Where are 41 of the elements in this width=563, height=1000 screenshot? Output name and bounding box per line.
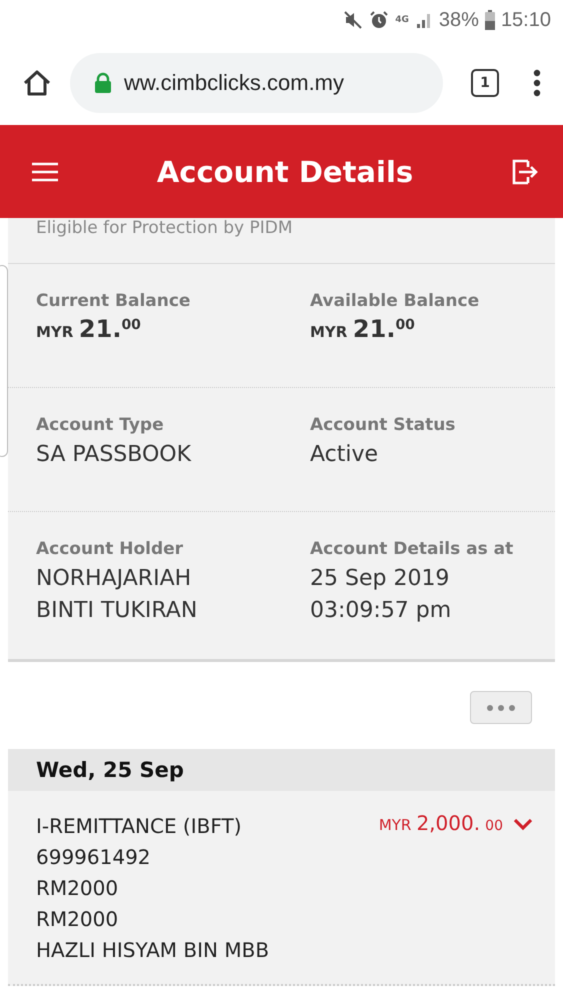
field-label: Account Status	[310, 415, 456, 435]
signal-icon	[414, 11, 433, 29]
transaction-row[interactable]: I-REMITTANCE (IBFT) 699961492 RM2000 RM2000 HAZLI HISYAM BIN MBB MYR 2,000. 00	[8, 791, 555, 986]
transaction-detail: RM2000	[36, 906, 120, 933]
logout-icon[interactable]	[510, 158, 539, 186]
field-label: Account Type	[36, 415, 165, 435]
field-value: 03:09:57 pm	[310, 597, 452, 625]
menu-icon[interactable]	[31, 162, 59, 182]
transaction-detail: HAZLI HISYAM BIN MBB	[36, 937, 270, 964]
field-value: SA PASSBOOK	[36, 441, 192, 469]
field-label: Available Balance	[310, 291, 480, 311]
alarm-icon	[369, 10, 390, 30]
field-label: Current Balance	[36, 291, 192, 311]
lock-icon	[94, 72, 112, 94]
network-label: 4G	[395, 15, 409, 25]
transaction-detail: RM2000	[36, 875, 120, 902]
protection-note: Eligible for Protection by PIDM	[8, 218, 555, 264]
address-bar[interactable]: ww.cimbclicks.com.my	[70, 52, 443, 112]
page-title: Account Details	[156, 154, 414, 188]
transaction-detail: I-REMITTANCE (IBFT)	[36, 813, 243, 840]
field-label: Account Details as at	[310, 539, 514, 559]
field-value: 25 Sep 2019	[310, 565, 450, 593]
transaction-amount: MYR 2,000. 00	[378, 811, 503, 837]
balance-amount: MYR 21.$^{00}$	[36, 315, 142, 343]
home-icon[interactable]	[22, 68, 52, 98]
battery-icon	[484, 10, 495, 30]
battery-percent: 38%	[438, 8, 479, 32]
field-label: Account Holder	[36, 539, 184, 559]
chevron-icon[interactable]	[513, 817, 533, 831]
tab-count-button[interactable]: 1	[471, 68, 499, 96]
more-button[interactable]	[470, 691, 532, 724]
date-label: Wed, 25 Sep	[36, 758, 184, 782]
field-value: BINTI TUKIRAN	[36, 597, 198, 625]
menu-icon[interactable]	[533, 68, 541, 96]
mute-icon	[343, 10, 364, 30]
balance-amount: MYR 21.$^{00}$	[310, 315, 416, 343]
clock-time: 15:10	[500, 8, 551, 32]
field-value: NORHAJARIAH	[36, 565, 192, 593]
field-value: Active	[310, 441, 380, 469]
more-icon	[486, 704, 516, 712]
transaction-detail: 699961492	[36, 844, 152, 871]
